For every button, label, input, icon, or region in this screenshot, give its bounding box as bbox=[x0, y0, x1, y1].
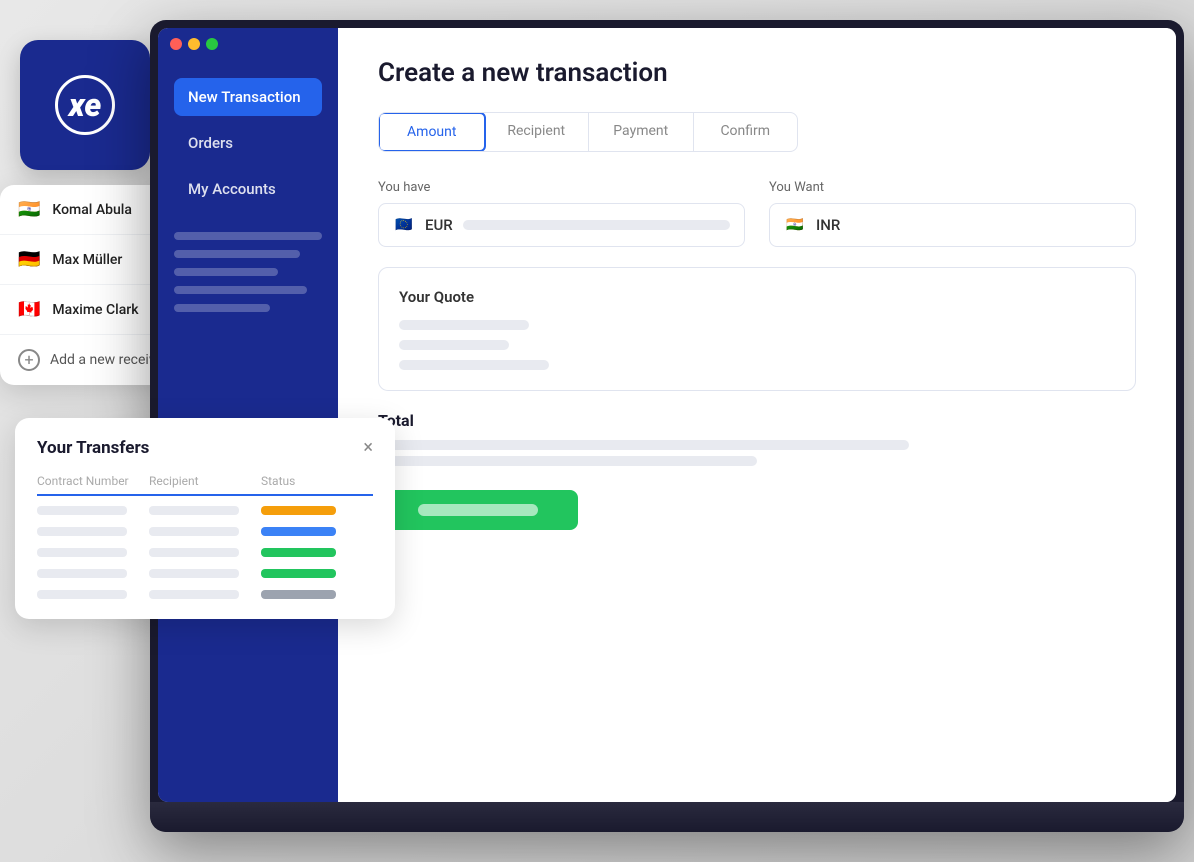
quote-skel-3 bbox=[399, 360, 549, 370]
sidebar-skel-5 bbox=[174, 304, 270, 312]
continue-skel bbox=[418, 504, 538, 516]
contract-skel bbox=[37, 527, 127, 536]
laptop-screen: New Transaction Orders My Accounts Creat… bbox=[158, 28, 1176, 802]
recipient-skel bbox=[149, 569, 239, 578]
col-status: Status bbox=[261, 474, 373, 488]
xe-circle: xe bbox=[55, 75, 115, 135]
transfers-rows bbox=[37, 506, 373, 599]
table-row bbox=[37, 590, 373, 599]
to-currency-input[interactable]: 🇮🇳 INR bbox=[769, 203, 1136, 247]
recipient-skel bbox=[149, 590, 239, 599]
sidebar-skel-1 bbox=[174, 232, 322, 240]
canada-flag-icon: 🇨🇦 bbox=[18, 299, 40, 320]
recipient-skel bbox=[149, 527, 239, 536]
traffic-lights bbox=[170, 38, 218, 50]
laptop-base bbox=[150, 802, 1184, 832]
traffic-light-red[interactable] bbox=[170, 38, 182, 50]
status-badge-green bbox=[261, 548, 336, 557]
continue-button[interactable] bbox=[378, 490, 578, 530]
sidebar-label-new-transaction: New Transaction bbox=[188, 88, 301, 106]
contract-skel bbox=[37, 569, 127, 578]
you-have-box: You have 🇪🇺 EUR bbox=[378, 180, 745, 247]
transfers-table-header: Contract Number Recipient Status bbox=[37, 474, 373, 496]
sidebar-label-orders: Orders bbox=[188, 134, 233, 152]
tab-recipient[interactable]: Recipient bbox=[485, 113, 590, 151]
sidebar-skel-2 bbox=[174, 250, 300, 258]
sidebar-skeleton bbox=[174, 232, 322, 312]
sidebar: New Transaction Orders My Accounts bbox=[158, 28, 338, 802]
contract-skel bbox=[37, 548, 127, 557]
total-label: Total bbox=[378, 411, 1136, 430]
currency-row: You have 🇪🇺 EUR You Want 🇮🇳 INR bbox=[378, 180, 1136, 247]
inr-flag-icon: 🇮🇳 bbox=[784, 214, 806, 236]
traffic-light-green[interactable] bbox=[206, 38, 218, 50]
sidebar-skel-3 bbox=[174, 268, 278, 276]
table-row bbox=[37, 548, 373, 557]
recipient-skel bbox=[149, 506, 239, 515]
traffic-light-yellow[interactable] bbox=[188, 38, 200, 50]
tabs-row: Amount Recipient Payment Confirm bbox=[378, 112, 798, 152]
recipient-skel bbox=[149, 548, 239, 557]
quote-skel-2 bbox=[399, 340, 509, 350]
sidebar-item-my-accounts[interactable]: My Accounts bbox=[174, 170, 322, 208]
transfers-title: Your Transfers bbox=[37, 438, 149, 458]
xe-logo-card: xe bbox=[20, 40, 150, 170]
quote-skel-1 bbox=[399, 320, 529, 330]
total-skel-1 bbox=[378, 440, 909, 450]
from-amount-skel bbox=[463, 220, 730, 230]
sidebar-item-new-transaction[interactable]: New Transaction bbox=[174, 78, 322, 116]
total-section: Total bbox=[378, 411, 1136, 466]
contract-skel bbox=[37, 590, 127, 599]
from-currency-code: EUR bbox=[425, 216, 453, 234]
transfers-header: Your Transfers × bbox=[37, 438, 373, 458]
status-badge-green2 bbox=[261, 569, 336, 578]
eur-flag-icon: 🇪🇺 bbox=[393, 214, 415, 236]
xe-logo-text: xe bbox=[69, 86, 102, 124]
status-badge-gray bbox=[261, 590, 336, 599]
plus-icon: + bbox=[18, 349, 40, 371]
sidebar-skel-4 bbox=[174, 286, 307, 294]
col-contract: Contract Number bbox=[37, 474, 149, 488]
sidebar-label-accounts: My Accounts bbox=[188, 180, 276, 198]
close-button[interactable]: × bbox=[363, 439, 373, 457]
india-flag-icon: 🇮🇳 bbox=[18, 199, 40, 220]
quote-title: Your Quote bbox=[399, 288, 1115, 306]
table-row bbox=[37, 527, 373, 536]
to-currency-code: INR bbox=[816, 216, 840, 234]
tab-amount[interactable]: Amount bbox=[378, 112, 486, 152]
table-row bbox=[37, 506, 373, 515]
table-row bbox=[37, 569, 373, 578]
page-title: Create a new transaction bbox=[378, 58, 1136, 88]
quote-section: Your Quote bbox=[378, 267, 1136, 391]
you-want-label: You Want bbox=[769, 180, 1136, 195]
status-badge-yellow bbox=[261, 506, 336, 515]
main-content: Create a new transaction Amount Recipien… bbox=[338, 28, 1176, 802]
germany-flag-icon: 🇩🇪 bbox=[18, 249, 40, 270]
status-badge-blue bbox=[261, 527, 336, 536]
from-currency-input[interactable]: 🇪🇺 EUR bbox=[378, 203, 745, 247]
transfers-card: Your Transfers × Contract Number Recipie… bbox=[15, 418, 395, 619]
total-skel-2 bbox=[378, 456, 757, 466]
sidebar-item-orders[interactable]: Orders bbox=[174, 124, 322, 162]
you-have-label: You have bbox=[378, 180, 745, 195]
quote-skeleton bbox=[399, 320, 1115, 370]
tab-payment[interactable]: Payment bbox=[589, 113, 694, 151]
tab-confirm[interactable]: Confirm bbox=[694, 113, 798, 151]
col-recipient: Recipient bbox=[149, 474, 261, 488]
contract-skel bbox=[37, 506, 127, 515]
you-want-box: You Want 🇮🇳 INR bbox=[769, 180, 1136, 247]
